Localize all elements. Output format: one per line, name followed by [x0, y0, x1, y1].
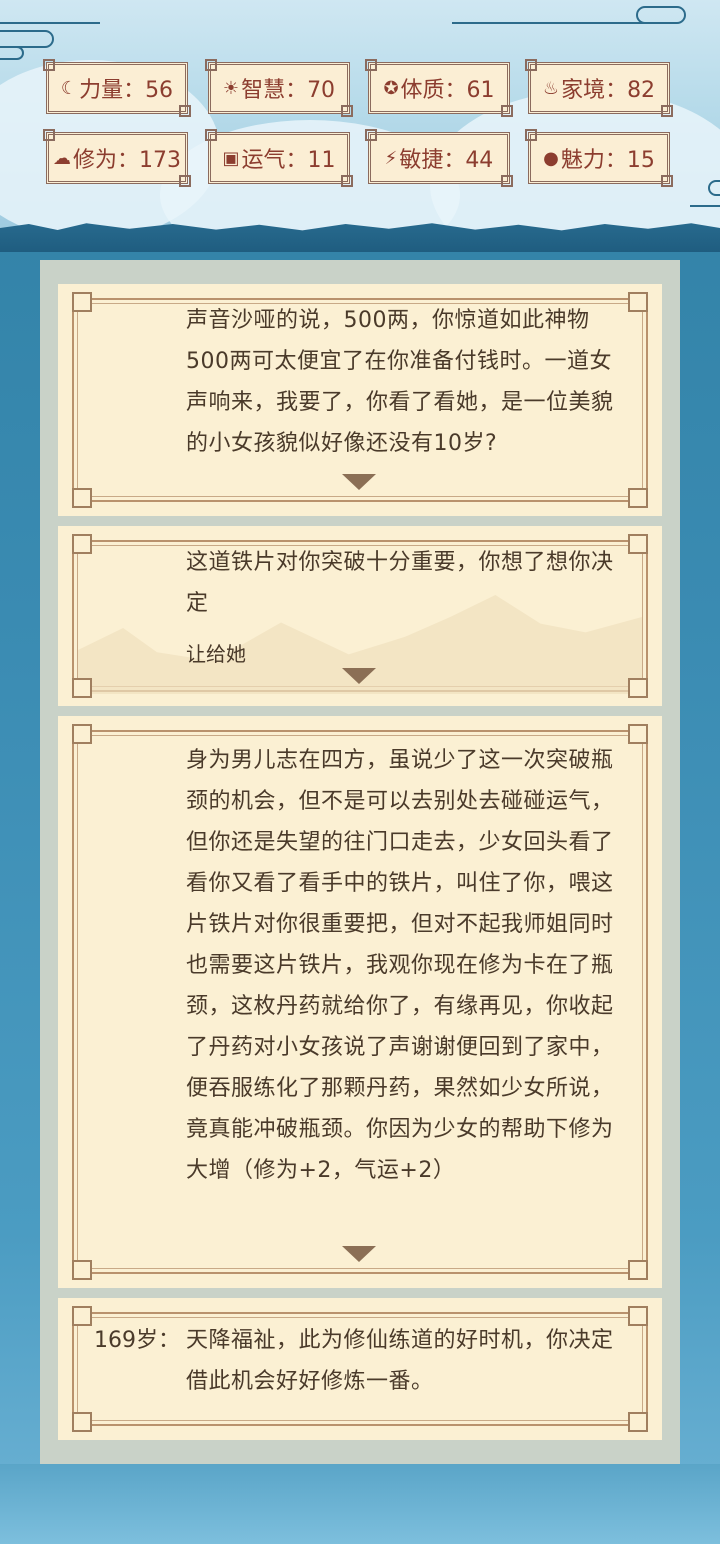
wisdom-icon: ☀ [222, 77, 240, 99]
stat-wisdom: ☀ 智慧：70 [205, 59, 353, 117]
corner-ornament [628, 1306, 648, 1326]
corner-ornament [628, 488, 648, 508]
choice-option[interactable]: 让给她 [186, 638, 246, 667]
stat-luck: ▣ 运气：11 [205, 129, 353, 187]
story-text: 声音沙哑的说，500两，你惊道如此神物500两可太便宜了在你准备付钱时。一道女声… [186, 308, 614, 456]
stat-label: 力量：56 [79, 78, 174, 103]
corner-ornament [72, 1306, 92, 1326]
luck-icon: ▣ [222, 147, 240, 169]
stat-label: 运气：11 [241, 148, 336, 173]
story-text: 身为男儿志在四方，虽说少了这一次突破瓶颈的机会，但不是可以去别处去碰碰运气，但你… [186, 748, 614, 1183]
corner-ornament [72, 292, 92, 312]
stat-label: 魅力：15 [560, 148, 655, 173]
story-card[interactable]: 这道铁片对你突破十分重要，你想了想你决定 让给她 [58, 526, 662, 706]
decor-line [690, 205, 720, 207]
corner-ornament [628, 292, 648, 312]
bottom-sky [0, 1464, 720, 1544]
corner-ornament [72, 678, 92, 698]
corner-ornament [72, 1412, 92, 1432]
constitution-icon: ✪ [383, 77, 399, 99]
stat-label: 智慧：70 [241, 78, 336, 103]
expand-arrow-icon[interactable] [342, 1246, 376, 1262]
story-text: 天降福祉，此为修仙练道的好时机，你决定借此机会好好修炼一番。 [186, 1328, 614, 1394]
cultivation-icon: ☁ [53, 147, 71, 169]
swirl-decoration [636, 6, 686, 24]
corner-ornament [628, 1260, 648, 1280]
corner-ornament [628, 724, 648, 744]
corner-ornament [628, 678, 648, 698]
stat-label: 体质：61 [400, 78, 495, 103]
stat-family: ♨ 家境：82 [525, 59, 673, 117]
stat-charm: ● 魅力：15 [525, 129, 673, 187]
stat-constitution: ✪ 体质：61 [365, 59, 513, 117]
corner-ornament [72, 1260, 92, 1280]
stat-label: 修为：173 [73, 148, 181, 173]
age-label: 169岁： [94, 1328, 180, 1353]
story-card[interactable]: 声音沙哑的说，500两，你惊道如此神物500两可太便宜了在你准备付钱时。一道女声… [58, 284, 662, 516]
agility-icon: ⚡ [384, 147, 398, 169]
stat-label: 家境：82 [561, 78, 656, 103]
corner-ornament [628, 534, 648, 554]
corner-ornament [72, 534, 92, 554]
story-card[interactable]: 身为男儿志在四方，虽说少了这一次突破瓶颈的机会，但不是可以去别处去碰碰运气，但你… [58, 716, 662, 1288]
swirl-decoration [708, 180, 720, 196]
stat-agility: ⚡ 敏捷：44 [365, 129, 513, 187]
expand-arrow-icon[interactable] [342, 474, 376, 490]
story-panel[interactable]: 声音沙哑的说，500两，你惊道如此神物500两可太便宜了在你准备付钱时。一道女声… [40, 260, 680, 1464]
swirl-decoration [0, 46, 24, 60]
family-icon: ♨ [542, 77, 560, 99]
stat-strength: ☾ 力量：56 [43, 59, 191, 117]
stat-cultivation: ☁ 修为：173 [43, 129, 191, 187]
strength-icon: ☾ [60, 77, 78, 99]
story-text: 这道铁片对你突破十分重要，你想了想你决定 [186, 550, 614, 616]
stat-label: 敏捷：44 [399, 148, 494, 173]
corner-ornament [628, 1412, 648, 1432]
corner-ornament [72, 724, 92, 744]
sky-background [0, 0, 720, 232]
corner-ornament [72, 488, 92, 508]
story-card[interactable]: 169岁： 天降福祉，此为修仙练道的好时机，你决定借此机会好好修炼一番。 [58, 1298, 662, 1440]
decor-line [0, 22, 100, 24]
charm-icon: ● [543, 147, 559, 169]
expand-arrow-icon[interactable] [342, 668, 376, 684]
